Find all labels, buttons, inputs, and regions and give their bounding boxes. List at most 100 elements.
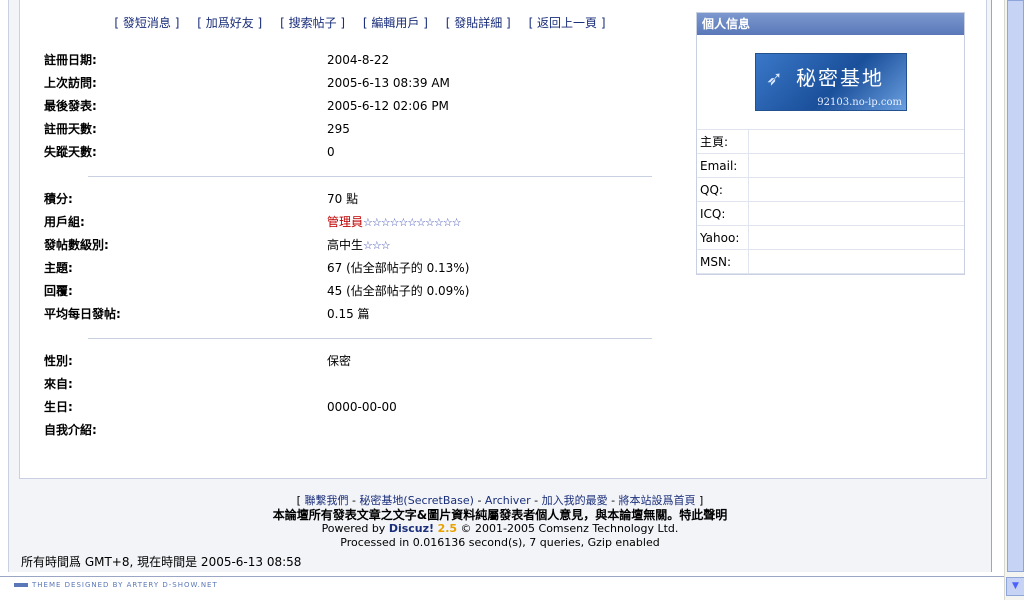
- profile-action-bar: [ 發短消息 ] [ 加爲好友 ] [ 搜索帖子 ] [ 編輯用戶 ] [ 發貼…: [20, 14, 700, 31]
- timezone-info: 所有時間爲 GMT+8, 現在時間是 2005-6-13 08:58: [21, 555, 302, 569]
- profile-row-gender: 性別: 保密: [44, 353, 664, 376]
- contact-value: [748, 201, 964, 226]
- bracket: [: [296, 494, 301, 507]
- discuz-name: Discuz!: [388, 522, 435, 535]
- field-label: 最後發表:: [44, 99, 97, 113]
- field-value: 70 點: [327, 192, 359, 206]
- profile-row-usergroup: 用戶組: 管理員☆☆☆☆☆☆☆☆☆☆☆: [44, 214, 664, 237]
- edit-user-link[interactable]: [ 編輯用戶 ]: [363, 16, 428, 30]
- field-label: 失蹤天數:: [44, 145, 97, 159]
- field-value: 2004-8-22: [327, 53, 390, 67]
- profile-row-location: 來自:: [44, 376, 664, 399]
- profile-row-credits: 積分: 70 點: [44, 191, 664, 214]
- discuz-link[interactable]: Discuz! 2.5: [389, 522, 457, 535]
- field-label: 用戶組:: [44, 215, 85, 229]
- send-message-link[interactable]: [ 發短消息 ]: [114, 16, 179, 30]
- field-label: 主題:: [44, 261, 73, 275]
- theme-credit-text: THEME DESIGNED BY ARTERY D-SHOW.NET: [32, 581, 218, 589]
- vertical-scrollbar[interactable]: ▼: [1004, 0, 1024, 600]
- contact-row-email: Email:: [697, 153, 964, 178]
- frame-bottom-border: [0, 576, 1004, 577]
- logo-text: 秘密基地: [796, 66, 884, 90]
- contact-table: 主頁: Email: QQ: ICQ: Yahoo: MSN:: [697, 130, 964, 274]
- bracket: ]: [699, 494, 704, 507]
- bird-icon: ➶: [766, 66, 783, 90]
- archiver-link[interactable]: Archiver: [485, 494, 531, 507]
- logo-url: 92103.no-ip.com: [817, 97, 902, 108]
- separator: -: [607, 494, 619, 507]
- contact-row-yahoo: Yahoo:: [697, 225, 964, 250]
- contact-us-link[interactable]: 聯繫我們: [304, 494, 348, 507]
- processed-info: Processed in 0.016136 second(s), 7 queri…: [340, 536, 660, 549]
- field-label: 上次訪問:: [44, 76, 97, 90]
- profile-row-post-rank: 發帖數級別: 高中生☆☆☆: [44, 237, 664, 260]
- scrollbar-thumb[interactable]: [1007, 0, 1024, 572]
- field-value: 2005-6-13 08:39 AM: [327, 76, 450, 90]
- contact-label: 主頁:: [697, 130, 749, 154]
- field-value: 0: [327, 145, 335, 159]
- post-details-link[interactable]: [ 發貼詳細 ]: [446, 16, 511, 30]
- rank-stars-icon: ☆☆☆: [363, 239, 391, 252]
- field-label: 自我介紹:: [44, 423, 97, 437]
- field-label: 生日:: [44, 400, 73, 414]
- contact-label: ICQ:: [697, 201, 749, 226]
- profile-row-bio: 自我介紹:: [44, 422, 664, 445]
- personal-info-title: 個人信息: [697, 13, 964, 35]
- personal-info-box: 個人信息 ➶ 秘密基地 92103.no-ip.com 主頁: Email: Q…: [696, 12, 965, 275]
- separator: -: [348, 494, 360, 507]
- back-link[interactable]: [ 返回上一頁 ]: [529, 16, 606, 30]
- copyright: © 2001-2005 Comsenz Technology Ltd.: [457, 522, 679, 535]
- field-label: 平均每日發帖:: [44, 307, 121, 321]
- search-posts-link[interactable]: [ 搜索帖子 ]: [280, 16, 345, 30]
- page-frame: [ 發短消息 ] [ 加爲好友 ] [ 搜索帖子 ] [ 編輯用戶 ] [ 發貼…: [8, 0, 992, 572]
- contact-label: Yahoo:: [697, 225, 749, 250]
- add-friend-link[interactable]: [ 加爲好友 ]: [197, 16, 262, 30]
- profile-row-registered-days: 註冊天數: 295: [44, 121, 664, 144]
- site-logo: ➶ 秘密基地 92103.no-ip.com: [755, 53, 907, 111]
- profile-row-last-post: 最後發表: 2005-6-12 02:06 PM: [44, 98, 664, 121]
- field-value: 保密: [327, 354, 352, 368]
- contact-row-icq: ICQ:: [697, 201, 964, 226]
- profile-row-replies: 回覆: 45 (佔全部帖子的 0.09%): [44, 283, 664, 306]
- separator: -: [530, 494, 542, 507]
- field-label: 來自:: [44, 377, 73, 391]
- field-label: 發帖數級別:: [44, 238, 109, 252]
- site-home-link[interactable]: 秘密基地(SecretBase): [359, 494, 474, 507]
- contact-value: [748, 225, 964, 250]
- profile-row-daily-posts: 平均每日發帖: 0.15 篇: [44, 306, 664, 329]
- field-label: 回覆:: [44, 284, 73, 298]
- add-favorite-link[interactable]: 加入我的最愛: [542, 494, 608, 507]
- scroll-down-arrow-icon[interactable]: ▼: [1006, 577, 1024, 596]
- field-label: 註冊天數:: [44, 122, 97, 136]
- profile-panel: [ 發短消息 ] [ 加爲好友 ] [ 搜索帖子 ] [ 編輯用戶 ] [ 發貼…: [19, 0, 987, 479]
- profile-row-threads: 主題: 67 (佔全部帖子的 0.13%): [44, 260, 664, 283]
- profile-row-missing-days: 失蹤天數: 0: [44, 144, 664, 167]
- field-value: 295: [327, 122, 350, 136]
- theme-credit: THEME DESIGNED BY ARTERY D-SHOW.NET: [14, 581, 218, 589]
- field-value: 0.15 篇: [327, 307, 370, 321]
- set-homepage-link[interactable]: 將本站設爲首頁: [619, 494, 696, 507]
- field-label: 註冊日期:: [44, 53, 97, 67]
- field-value: 45 (佔全部帖子的 0.09%): [327, 284, 470, 298]
- contact-row-qq: QQ:: [697, 177, 964, 202]
- theme-bar-icon: [14, 583, 28, 587]
- contact-label: QQ:: [697, 177, 749, 202]
- usergroup-name: 管理員: [327, 215, 364, 229]
- field-value: 67 (佔全部帖子的 0.13%): [327, 261, 470, 275]
- field-value: 0000-00-00: [327, 400, 397, 414]
- separator: -: [473, 494, 485, 507]
- powered-by: Powered by Discuz! 2.5 © 2001-2005 Comse…: [9, 522, 991, 536]
- contact-label: Email:: [697, 153, 749, 178]
- profile-row-birthday: 生日: 0000-00-00: [44, 399, 664, 422]
- contact-row-homepage: 主頁:: [697, 130, 964, 154]
- profile-details: 註冊日期: 2004-8-22 上次訪問: 2005-6-13 08:39 AM…: [44, 52, 664, 445]
- contact-value: [748, 249, 964, 274]
- post-rank-name: 高中生: [327, 238, 364, 252]
- contact-label: MSN:: [697, 249, 749, 274]
- discuz-version: 2.5: [437, 522, 458, 535]
- footer-links: [ 聯繫我們 - 秘密基地(SecretBase) - Archiver - 加…: [9, 494, 991, 508]
- contact-value: [748, 153, 964, 178]
- avatar-area: ➶ 秘密基地 92103.no-ip.com: [697, 35, 964, 130]
- contact-value: [748, 177, 964, 202]
- contact-row-msn: MSN:: [697, 249, 964, 274]
